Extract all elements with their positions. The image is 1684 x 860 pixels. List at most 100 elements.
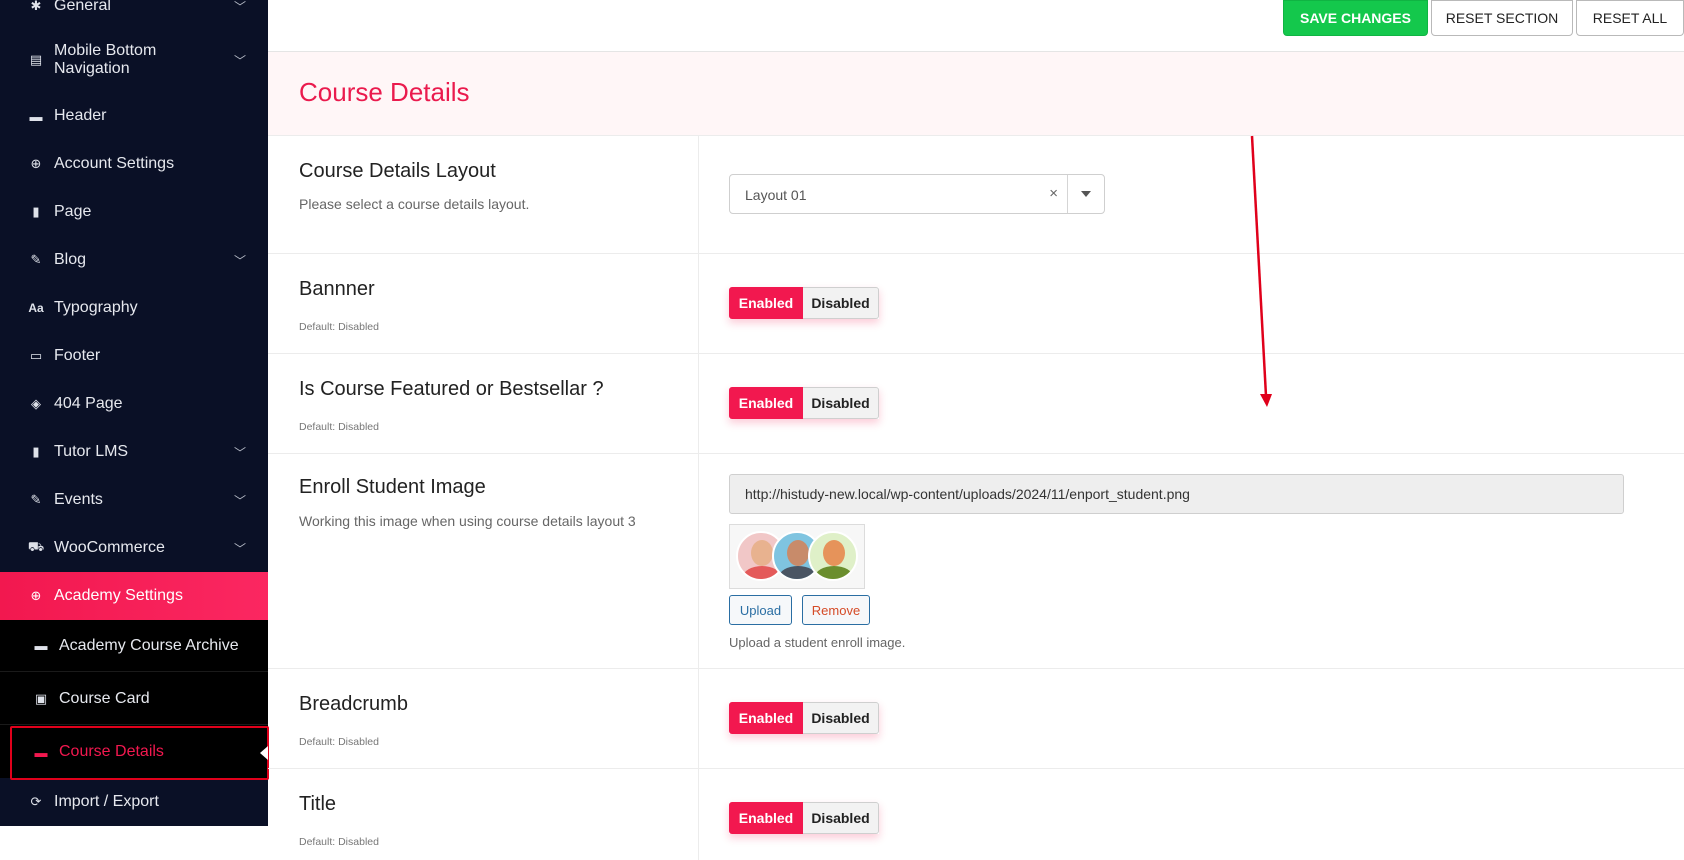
banner-toggle: Enabled Disabled [729, 287, 879, 319]
breadcrumb-toggle: Enabled Disabled [729, 702, 879, 734]
student-avatar [808, 531, 858, 581]
folder-icon: ▬ [34, 744, 48, 760]
field-default-note: Default: Disabled [299, 836, 379, 848]
image-url-field[interactable]: http://histudy-new.local/wp-content/uplo… [729, 474, 1624, 514]
sidebar-item-page[interactable]: ▮ Page [0, 188, 268, 236]
submenu-item-label: Course Details [59, 743, 164, 760]
sidebar-item-label: Import / Export [54, 793, 159, 810]
sidebar-item-footer[interactable]: ▭ Footer [0, 332, 268, 380]
field-default-note: Default: Disabled [299, 421, 379, 433]
remove-button[interactable]: Remove [802, 595, 870, 625]
clipboard-icon: ▤ [29, 52, 43, 67]
banner-enabled-button[interactable]: Enabled [729, 287, 803, 319]
column-divider [698, 454, 699, 668]
current-item-pointer [260, 746, 268, 760]
sidebar-item-academy-settings[interactable]: ⊕ Academy Settings [0, 572, 268, 620]
field-description: Working this image when using course det… [299, 513, 636, 529]
sidebar-item-blog[interactable]: ✎ Blog ﹀ [0, 236, 268, 284]
chevron-down-icon: ﹀ [233, 541, 246, 556]
field-description: Please select a course details layout. [299, 196, 530, 212]
sidebar-item-label: WooCommerce [54, 539, 165, 556]
sidebar-item-import-export[interactable]: ⟳ Import / Export [0, 778, 268, 826]
field-row-course-details-layout: Course Details Layout Please select a co… [268, 136, 1684, 254]
upload-button[interactable]: Upload [729, 595, 792, 625]
field-row-breadcrumb: Breadcrumb Default: Disabled Enabled Dis… [268, 669, 1684, 769]
section-header: Course Details [268, 52, 1684, 136]
submenu-item-course-details[interactable]: ▬ Course Details [0, 726, 268, 778]
refresh-icon: ⟳ [30, 794, 42, 809]
chevron-down-icon: ﹀ [233, 253, 246, 268]
layout-select[interactable]: Layout 01 × [729, 174, 1105, 214]
chevron-down-icon: ﹀ [233, 493, 246, 508]
sidebar-item-label: 404 Page [54, 395, 123, 412]
save-changes-button[interactable]: SAVE CHANGES [1283, 0, 1428, 36]
sidebar-item-label: Blog [54, 251, 87, 268]
minus-icon: ▬ [29, 108, 43, 124]
title-enabled-button[interactable]: Enabled [729, 802, 803, 834]
sidebar-item-woocommerce[interactable]: ⛟ WooCommerce ﹀ [0, 524, 268, 572]
featured-toggle: Enabled Disabled [729, 387, 879, 419]
sidebar-item-label: Header [54, 107, 107, 124]
eye-slash-icon: ◈ [31, 396, 41, 411]
field-default-note: Default: Disabled [299, 321, 379, 333]
column-divider [698, 254, 699, 353]
submenu-item-label: Course Card [59, 689, 150, 707]
upload-hint: Upload a student enroll image. [729, 635, 906, 650]
sidebar-item-404-page[interactable]: ◈ 404 Page [0, 380, 268, 428]
sidebar-item-tutor-lms[interactable]: ▮ Tutor LMS ﹀ [0, 428, 268, 476]
gear-icon: ✱ [30, 0, 42, 13]
field-title: Course Details Layout [299, 160, 496, 182]
sidebar-item-label: Mobile Bottom Navigation [54, 42, 157, 77]
layout-select-value: Layout 01 [745, 187, 807, 203]
submenu-item-academy-course-archive[interactable]: ▬ Academy Course Archive [0, 620, 268, 672]
monitor-icon: ▭ [29, 348, 43, 363]
dropdown-arrow-icon[interactable] [1081, 191, 1091, 197]
sidebar-item-label: Academy Settings [54, 587, 183, 604]
title-disabled-button[interactable]: Disabled [803, 802, 879, 834]
cart-icon: ⛟ [27, 539, 45, 554]
search-circle-icon: ⊕ [30, 156, 42, 171]
sidebar: ✱ General ﹀ ▤ Mobile Bottom Navigation ﹀… [0, 0, 268, 826]
field-title: Bannner [299, 278, 375, 300]
search-circle-icon: ⊕ [30, 588, 42, 603]
academy-submenu: ▬ Academy Course Archive ▣ Course Card ▬… [0, 620, 268, 778]
sidebar-item-general[interactable]: ✱ General ﹀ [0, 0, 268, 30]
breadcrumb-enabled-button[interactable]: Enabled [729, 702, 803, 734]
sidebar-item-label: Account Settings [54, 155, 175, 172]
file-icon: ▮ [32, 444, 40, 459]
field-title: Breadcrumb [299, 693, 408, 715]
sidebar-item-typography[interactable]: Aa Typography [0, 284, 268, 332]
chevron-down-icon: ﹀ [233, 0, 246, 14]
column-divider [698, 669, 699, 768]
featured-enabled-button[interactable]: Enabled [729, 387, 803, 419]
sidebar-item-account-settings[interactable]: ⊕ Account Settings [0, 140, 268, 188]
field-title: Is Course Featured or Bestsellar ? [299, 378, 604, 400]
featured-disabled-button[interactable]: Disabled [803, 387, 879, 419]
field-row-enroll-student-image: Enroll Student Image Working this image … [268, 454, 1684, 669]
select-separator [1067, 175, 1068, 213]
column-divider [698, 136, 699, 253]
reset-section-button[interactable]: RESET SECTION [1431, 0, 1573, 36]
reset-all-button[interactable]: RESET ALL [1576, 0, 1684, 36]
image-icon: ▣ [34, 690, 48, 706]
clear-icon[interactable]: × [1049, 185, 1058, 202]
sidebar-item-events[interactable]: ✎ Events ﹀ [0, 476, 268, 524]
font-icon: Aa [28, 301, 44, 315]
sidebar-item-mobile-bottom-navigation[interactable]: ▤ Mobile Bottom Navigation ﹀ [0, 35, 268, 85]
section-title: Course Details [299, 77, 470, 107]
column-divider [698, 354, 699, 453]
banner-disabled-button[interactable]: Disabled [803, 287, 879, 319]
folder-icon: ▬ [34, 638, 48, 653]
sidebar-item-header[interactable]: ▬ Header [0, 92, 268, 140]
sidebar-item-label: General [54, 0, 111, 14]
submenu-item-course-card[interactable]: ▣ Course Card [0, 673, 268, 725]
edit-icon: ✎ [30, 492, 42, 507]
sidebar-item-label: Page [54, 203, 92, 220]
file-icon: ▮ [32, 204, 40, 219]
sidebar-item-label: Tutor LMS [54, 443, 129, 460]
breadcrumb-disabled-button[interactable]: Disabled [803, 702, 879, 734]
sidebar-item-label: Typography [54, 299, 138, 316]
options-toolbar: SAVE CHANGES RESET SECTION RESET ALL [268, 0, 1684, 52]
chevron-down-icon: ﹀ [233, 445, 246, 460]
sidebar-item-label: Footer [54, 347, 101, 364]
